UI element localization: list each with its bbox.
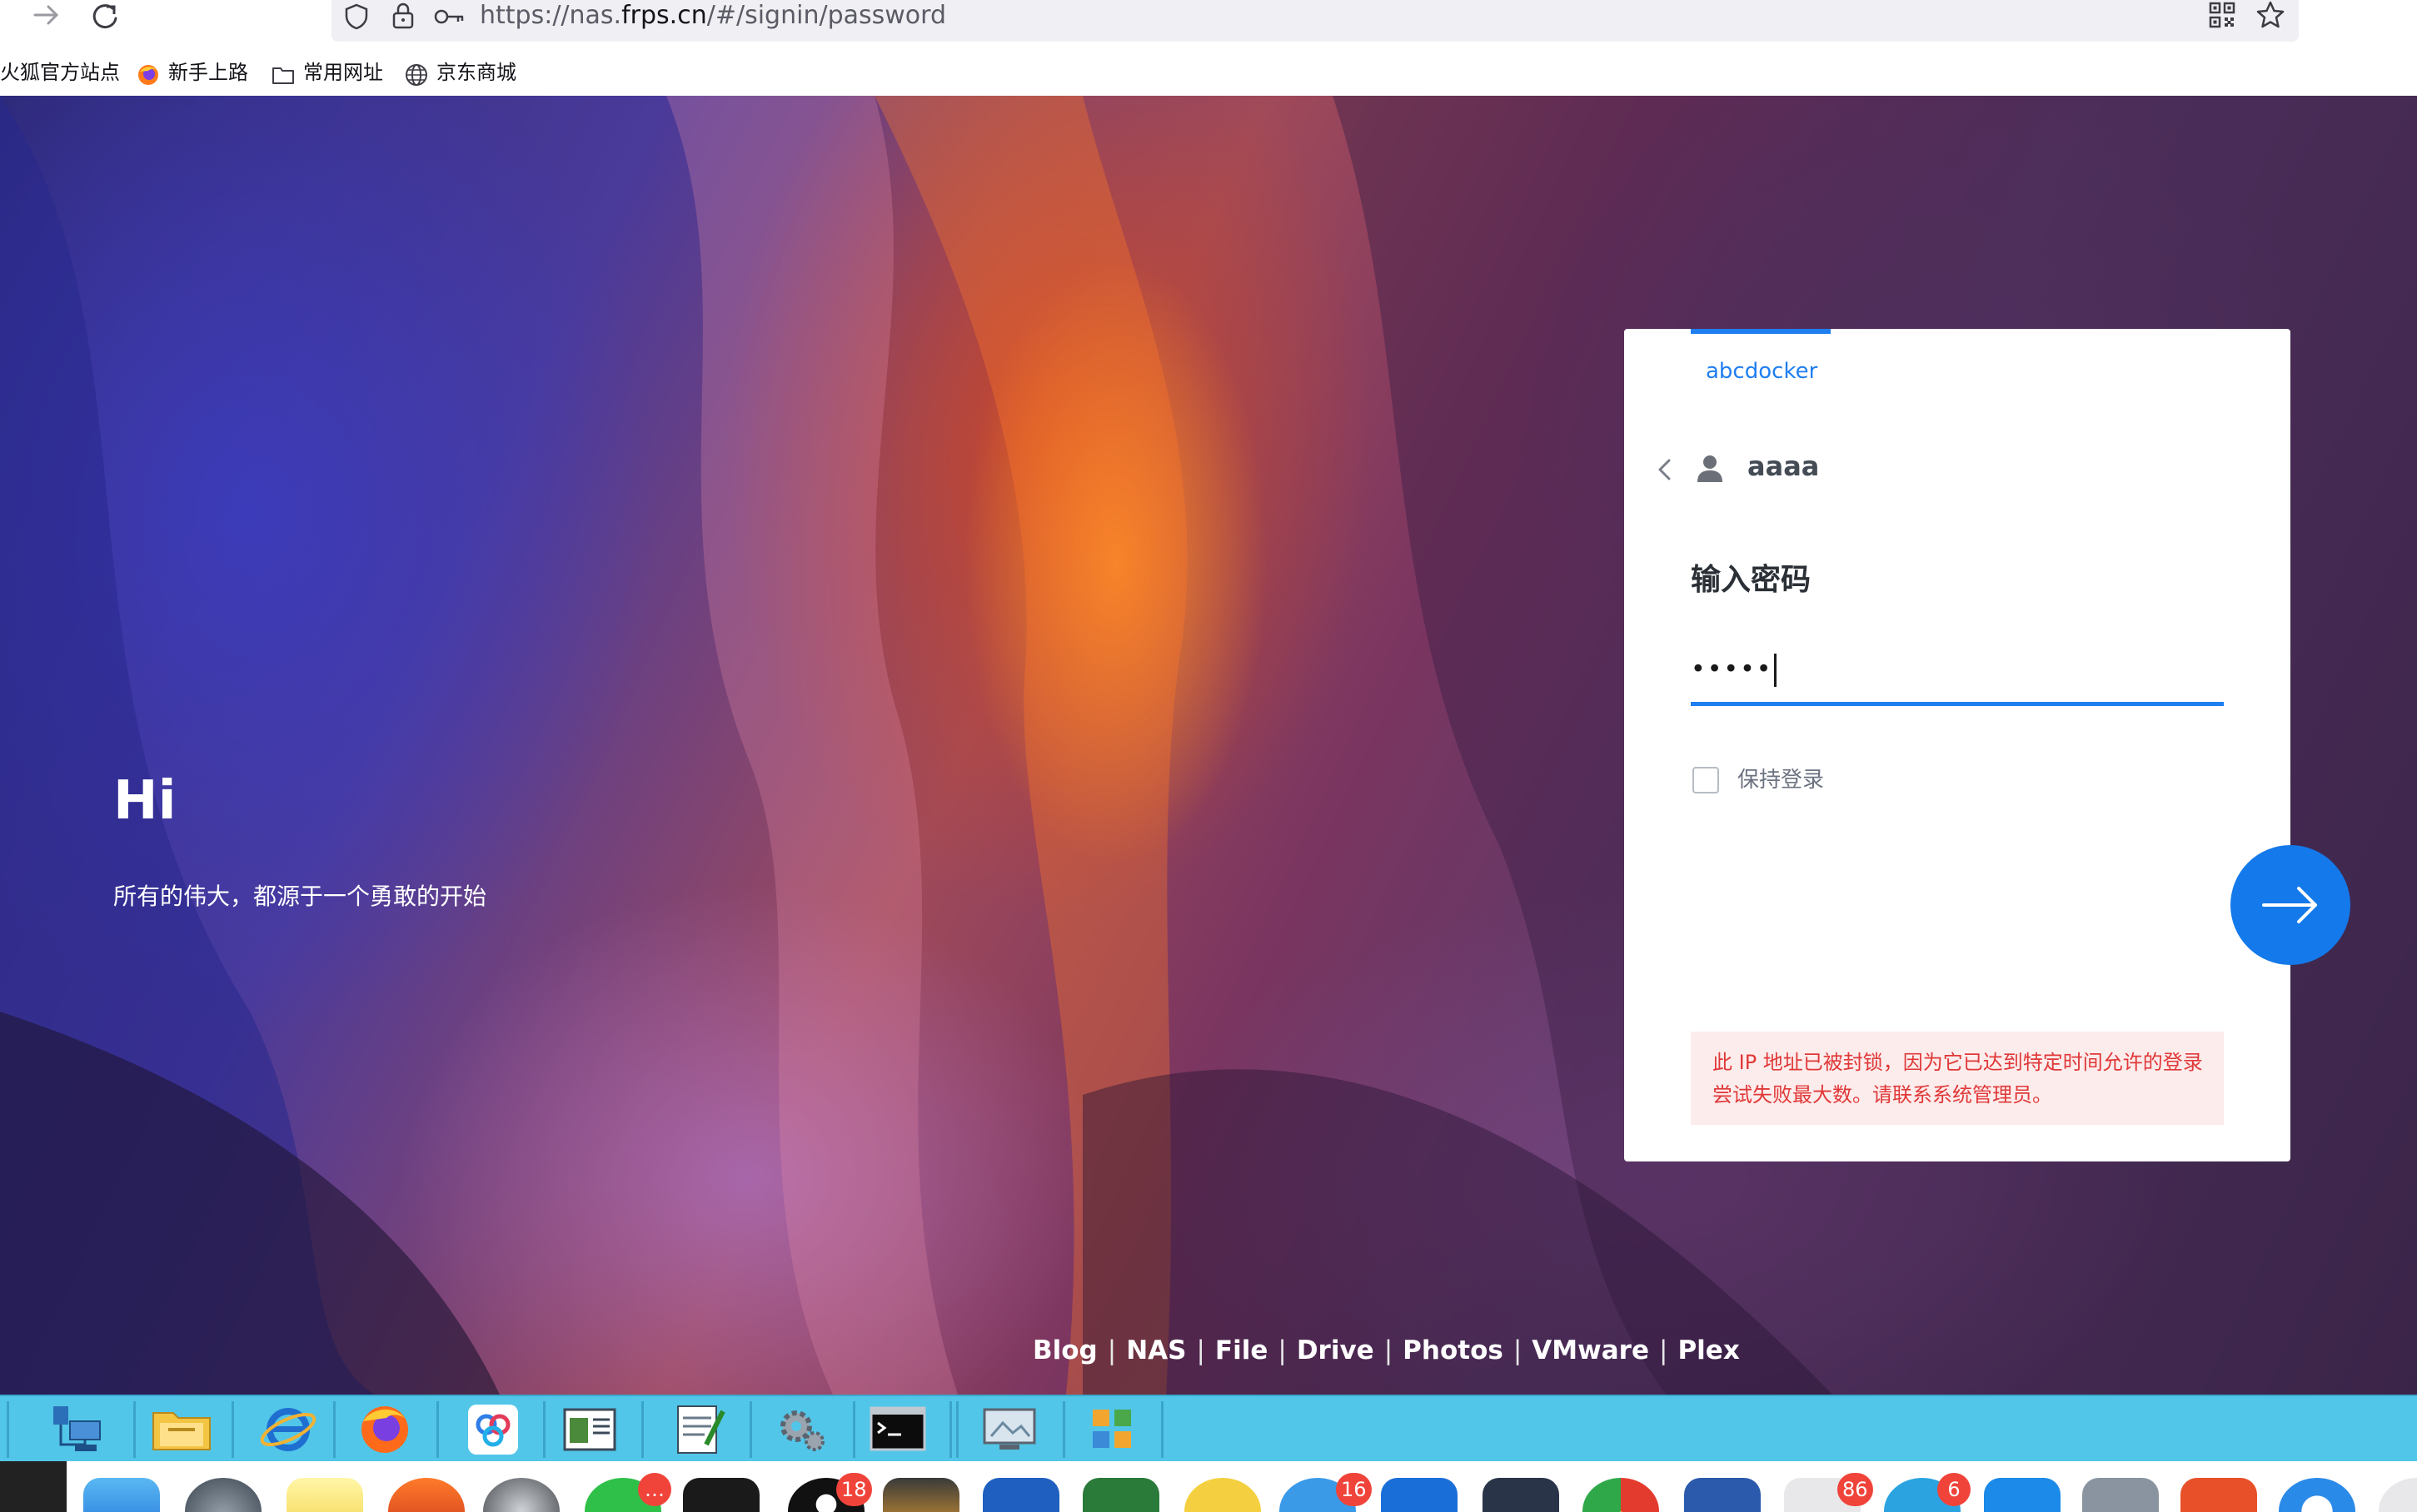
yellow-app-icon[interactable] bbox=[1184, 1478, 1261, 1512]
finder-icon[interactable] bbox=[83, 1478, 160, 1512]
mountain-app-icon[interactable] bbox=[1381, 1478, 1458, 1512]
bar-separator bbox=[750, 1401, 752, 1458]
hexagon-app-icon[interactable] bbox=[1083, 1478, 1159, 1512]
monitor-icon[interactable] bbox=[966, 1403, 1053, 1456]
window-icon[interactable] bbox=[546, 1403, 633, 1456]
error-message-box: 此 IP 地址已被封锁，因为它已达到特定时间允许的登录尝试失败最大数。请联系系统… bbox=[1691, 1032, 2224, 1125]
bar-separator bbox=[232, 1401, 234, 1458]
play-app-icon[interactable] bbox=[1483, 1478, 1559, 1512]
bookmark-label: 新手上路 bbox=[168, 61, 248, 84]
tab-active-indicator bbox=[1691, 329, 1831, 334]
cloud-drive-icon[interactable] bbox=[983, 1478, 1059, 1512]
chat-badge: … bbox=[638, 1473, 671, 1506]
address-bar[interactable]: https://nas.frps.cn/#/signin/password bbox=[331, 0, 2299, 42]
notes-icon[interactable] bbox=[287, 1478, 363, 1512]
bookmark-star-icon[interactable] bbox=[2255, 0, 2285, 30]
command-prompt-icon[interactable] bbox=[855, 1403, 941, 1456]
error-message: 此 IP 地址已被封锁，因为它已达到特定时间允许的登录尝试失败最大数。请联系系统… bbox=[1712, 1051, 2203, 1107]
bar-separator bbox=[1161, 1401, 1164, 1458]
tab-server-name[interactable]: abcdocker bbox=[1706, 359, 1817, 384]
bar-separator bbox=[641, 1401, 644, 1458]
bar-separator bbox=[543, 1401, 546, 1458]
blue-app-icon[interactable] bbox=[1984, 1478, 2061, 1512]
bar-separator bbox=[333, 1401, 336, 1458]
footer-separator: | bbox=[1383, 1335, 1393, 1365]
word-icon[interactable] bbox=[1684, 1478, 1761, 1512]
text-caret bbox=[1774, 654, 1777, 687]
password-title: 输入密码 bbox=[1691, 563, 1812, 597]
greeting-title: Hi bbox=[113, 770, 177, 832]
footer-separator: | bbox=[1512, 1335, 1522, 1365]
footer-link-drive[interactable]: Drive bbox=[1297, 1335, 1374, 1365]
submit-button[interactable] bbox=[2230, 845, 2350, 965]
qr-code-icon[interactable] bbox=[2209, 2, 2235, 28]
browser-badge: 16 bbox=[1336, 1473, 1372, 1506]
firefox-icon bbox=[137, 61, 160, 85]
footer-link-plex[interactable]: Plex bbox=[1677, 1335, 1739, 1365]
bookmark-label: 火狐官方站点 bbox=[0, 61, 120, 84]
app-grid-icon[interactable] bbox=[1069, 1403, 1156, 1456]
bar-separator bbox=[133, 1401, 136, 1458]
bar-separator bbox=[436, 1401, 439, 1458]
terminal-icon[interactable] bbox=[683, 1478, 760, 1512]
footer-separator: | bbox=[1278, 1335, 1287, 1365]
footer-separator: | bbox=[1196, 1335, 1205, 1365]
notepad-icon[interactable] bbox=[655, 1403, 741, 1456]
keep-signed-in-label[interactable]: 保持登录 bbox=[1737, 767, 1824, 793]
footer-links: Blog | NAS | File | Drive | Photos | VMware | Plex bbox=[1033, 1335, 1740, 1365]
folder-icon bbox=[272, 61, 295, 84]
telegram-badge: 6 bbox=[1937, 1473, 1971, 1506]
footer-separator: | bbox=[1659, 1335, 1668, 1365]
preview-icon[interactable] bbox=[2082, 1478, 2159, 1512]
dock-app-icon[interactable] bbox=[2379, 1478, 2417, 1512]
bookmark-label: 京东商城 bbox=[436, 61, 516, 84]
footer-link-nas[interactable]: NAS bbox=[1126, 1335, 1186, 1365]
footer-separator: | bbox=[1107, 1335, 1117, 1365]
safari-icon[interactable] bbox=[2279, 1478, 2355, 1512]
lock-icon[interactable] bbox=[390, 2, 416, 30]
password-value: ••••• bbox=[1691, 654, 1777, 687]
tracking-protection-icon[interactable] bbox=[343, 3, 370, 30]
footer-link-vmware[interactable]: VMware bbox=[1532, 1335, 1649, 1365]
user-icon bbox=[1696, 454, 1724, 484]
footer-link-photos[interactable]: Photos bbox=[1403, 1335, 1503, 1365]
login-card: abcdocker aaaa 输入密码 ••••• 保持登录 此 IP 地址已被… bbox=[1624, 329, 2350, 1161]
footer-link-file[interactable]: File bbox=[1215, 1335, 1268, 1365]
reload-icon[interactable] bbox=[87, 0, 123, 33]
firefox-icon[interactable] bbox=[388, 1478, 465, 1512]
sublime-icon[interactable] bbox=[883, 1478, 959, 1512]
back-chevron-icon[interactable] bbox=[1652, 455, 1677, 484]
bar-separator bbox=[956, 1401, 959, 1458]
settings-gear-icon[interactable] bbox=[758, 1403, 845, 1456]
firefox-icon[interactable] bbox=[341, 1403, 428, 1456]
qq-badge: 18 bbox=[836, 1473, 872, 1506]
arrow-right-icon bbox=[2262, 887, 2317, 923]
mail-badge: 86 bbox=[1837, 1473, 1873, 1506]
dock-edge bbox=[0, 1461, 67, 1512]
key-icon[interactable] bbox=[433, 5, 466, 28]
video-app-icon[interactable] bbox=[2180, 1478, 2257, 1512]
bar-separator bbox=[949, 1401, 952, 1458]
username-label: aaaa bbox=[1747, 450, 1820, 482]
keep-signed-in-checkbox[interactable] bbox=[1692, 767, 1719, 793]
bookmark-label: 常用网址 bbox=[303, 61, 383, 84]
dock: … 18 16 86 6 bbox=[0, 1461, 2417, 1512]
greeting-subtitle: 所有的伟大，都源于一个勇敢的开始 bbox=[113, 883, 487, 910]
internet-explorer-icon[interactable] bbox=[245, 1403, 331, 1456]
password-input[interactable]: ••••• bbox=[1691, 647, 2224, 706]
system-preferences-icon[interactable] bbox=[483, 1478, 560, 1512]
forward-icon[interactable] bbox=[28, 0, 65, 33]
bar-separator bbox=[1063, 1401, 1065, 1458]
network-icon[interactable] bbox=[38, 1403, 125, 1456]
globe-icon bbox=[405, 61, 428, 86]
baidu-netdisk-icon[interactable] bbox=[450, 1403, 536, 1456]
url-text[interactable]: https://nas.frps.cn/#/signin/password bbox=[480, 0, 946, 32]
footer-link-blog[interactable]: Blog bbox=[1033, 1335, 1098, 1365]
launchpad-icon[interactable] bbox=[185, 1478, 262, 1512]
bar-separator bbox=[7, 1401, 9, 1458]
quick-launch-bar bbox=[0, 1395, 2417, 1463]
browser-toolbar: https://nas.frps.cn/#/signin/password 火狐… bbox=[0, 0, 2417, 96]
chrome-icon[interactable] bbox=[1582, 1478, 1659, 1512]
file-explorer-icon[interactable] bbox=[138, 1403, 225, 1456]
